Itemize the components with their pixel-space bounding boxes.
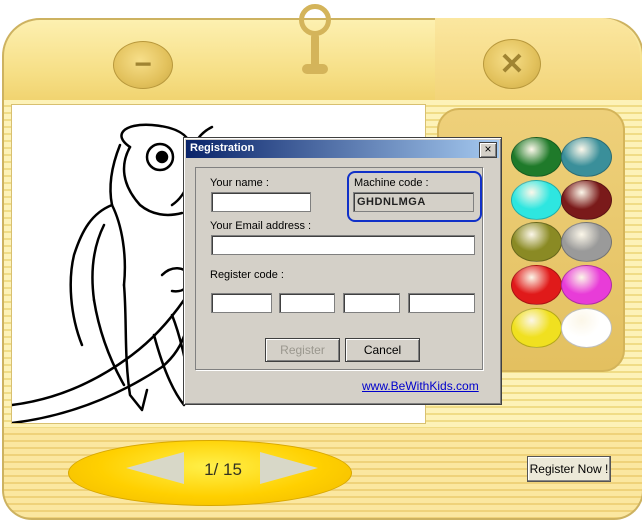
email-label: Your Email address : bbox=[210, 220, 312, 232]
register-code-input-4[interactable] bbox=[408, 293, 475, 313]
hanger-ring-icon bbox=[299, 4, 331, 36]
color-swatch[interactable] bbox=[511, 137, 562, 177]
register-code-label: Register code : bbox=[210, 269, 284, 281]
page-counter: 1/ 15 bbox=[204, 460, 242, 479]
hanger-stem bbox=[311, 34, 319, 68]
registration-dialog: Registration × Your name : Machine code … bbox=[183, 137, 502, 405]
coloring-app-window: − ✕ 1/ 15 Register Now ! Registration × … bbox=[0, 0, 642, 523]
minimize-button[interactable]: − bbox=[113, 41, 173, 89]
color-swatch[interactable] bbox=[511, 265, 562, 305]
color-swatch[interactable] bbox=[561, 222, 612, 262]
register-code-input-1[interactable] bbox=[211, 293, 272, 313]
dialog-title: Registration bbox=[190, 142, 255, 154]
your-name-label: Your name : bbox=[210, 177, 269, 189]
dialog-close-button[interactable]: × bbox=[479, 142, 497, 158]
next-page-arrow-icon[interactable] bbox=[260, 452, 318, 484]
email-input[interactable] bbox=[211, 235, 475, 255]
color-swatch[interactable] bbox=[511, 180, 562, 220]
machine-code-label: Machine code : bbox=[354, 177, 429, 189]
register-code-input-3[interactable] bbox=[343, 293, 400, 313]
color-swatch[interactable] bbox=[561, 180, 612, 220]
minus-icon: − bbox=[134, 48, 152, 81]
color-swatch[interactable] bbox=[561, 137, 612, 177]
color-swatch[interactable] bbox=[511, 308, 562, 348]
register-button[interactable]: Register bbox=[265, 338, 340, 362]
close-app-button[interactable]: ✕ bbox=[483, 39, 541, 89]
hanger-base bbox=[302, 64, 328, 74]
dialog-titlebar[interactable]: Registration × bbox=[186, 140, 499, 158]
previous-page-arrow-icon[interactable] bbox=[126, 452, 184, 484]
your-name-input[interactable] bbox=[211, 192, 311, 212]
cancel-button[interactable]: Cancel bbox=[345, 338, 420, 362]
machine-code-field: GHDNLMGA bbox=[353, 192, 474, 212]
website-link[interactable]: www.BeWithKids.com bbox=[362, 379, 479, 393]
register-now-button[interactable]: Register Now ! bbox=[527, 456, 611, 482]
color-swatch[interactable] bbox=[561, 308, 612, 348]
register-code-input-2[interactable] bbox=[279, 293, 335, 313]
close-icon: ✕ bbox=[499, 47, 525, 81]
color-swatch[interactable] bbox=[511, 222, 562, 262]
color-swatch[interactable] bbox=[561, 265, 612, 305]
